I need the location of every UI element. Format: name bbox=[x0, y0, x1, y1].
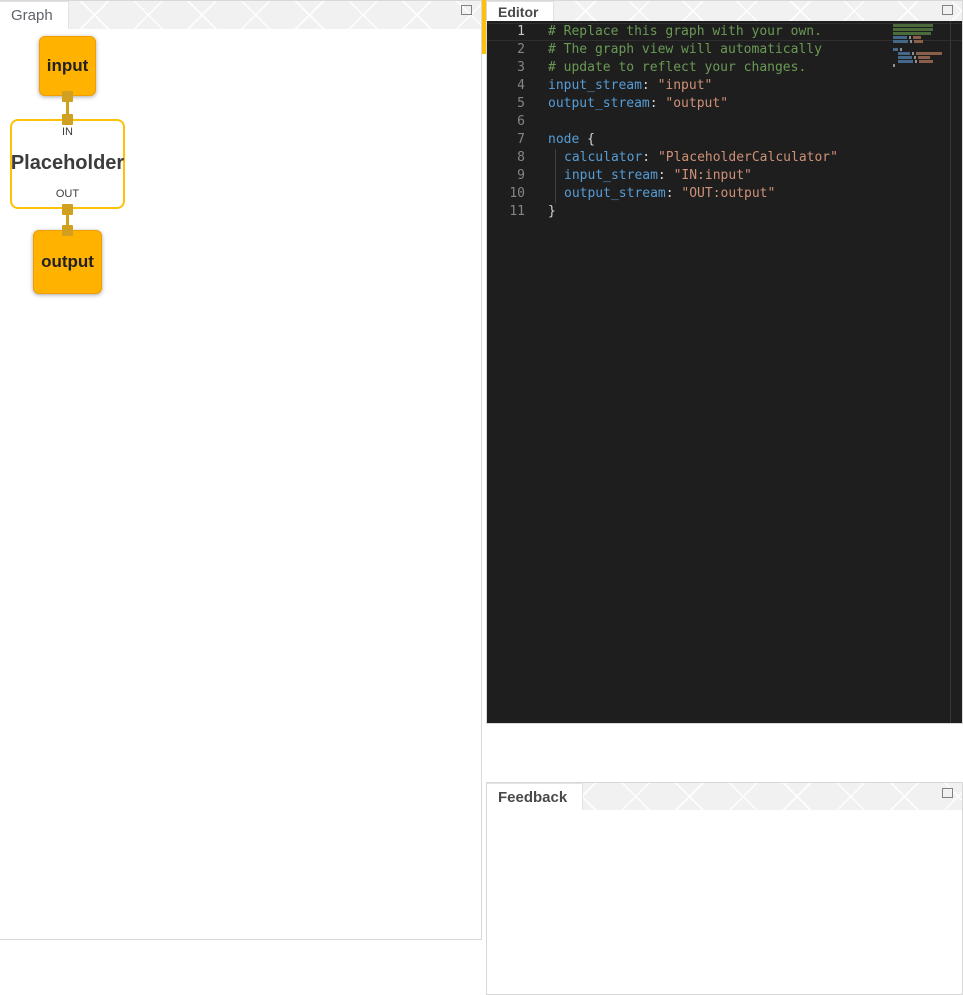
port-connector bbox=[62, 225, 73, 236]
code-line[interactable]: 9input_stream: "IN:input" bbox=[487, 167, 962, 185]
code-line[interactable]: 10output_stream: "OUT:output" bbox=[487, 185, 962, 203]
graph-tabstrip: Graph bbox=[0, 1, 481, 29]
code-line[interactable]: 8calculator: "PlaceholderCalculator" bbox=[487, 149, 962, 167]
graph-panel: Graph input IN Placeholder OUT output bbox=[0, 0, 482, 940]
code-line[interactable]: 4input_stream: "input" bbox=[487, 77, 962, 95]
feedback-tabstrip: Feedback bbox=[487, 783, 962, 810]
code-line[interactable]: 2# The graph view will automatically bbox=[487, 41, 962, 59]
graph-canvas[interactable]: input IN Placeholder OUT output bbox=[0, 29, 481, 939]
tab-graph[interactable]: Graph bbox=[0, 1, 69, 29]
port-connector bbox=[62, 204, 73, 215]
popout-icon[interactable] bbox=[942, 788, 953, 798]
editor-tabstrip: Editor bbox=[487, 1, 962, 21]
tab-feedback-label: Feedback bbox=[498, 789, 567, 806]
code-line[interactable]: 6 bbox=[487, 113, 962, 131]
port-connector bbox=[62, 114, 73, 125]
out-port-label: OUT bbox=[56, 188, 79, 200]
tab-editor[interactable]: Editor bbox=[487, 1, 554, 21]
popout-icon[interactable] bbox=[461, 5, 472, 15]
code-line[interactable]: 3# update to reflect your changes. bbox=[487, 59, 962, 77]
minimap[interactable] bbox=[893, 24, 949, 68]
graph-node-placeholder[interactable]: IN Placeholder OUT bbox=[10, 119, 125, 209]
code-line[interactable]: 7node { bbox=[487, 131, 962, 149]
tab-graph-label: Graph bbox=[11, 7, 53, 24]
in-port-label: IN bbox=[62, 126, 73, 138]
code-lines[interactable]: 1# Replace this graph with your own.2# T… bbox=[487, 23, 962, 221]
code-editor[interactable]: 1# Replace this graph with your own.2# T… bbox=[487, 21, 962, 723]
code-line[interactable]: 11} bbox=[487, 203, 962, 221]
code-line[interactable]: 1# Replace this graph with your own. bbox=[487, 23, 962, 41]
graph-node-output-label: output bbox=[41, 252, 94, 272]
tab-feedback[interactable]: Feedback bbox=[487, 783, 583, 810]
port-connector bbox=[62, 91, 73, 102]
minimap-divider bbox=[950, 21, 951, 723]
graph-node-input-label: input bbox=[47, 56, 89, 76]
graph-node-input[interactable]: input bbox=[39, 36, 96, 96]
mediapipe-visualizer-app: MediaPipe New bbox=[0, 0, 963, 995]
editor-panel: Editor 1# Replace this graph with your o… bbox=[486, 0, 963, 724]
tab-editor-label: Editor bbox=[498, 4, 538, 20]
popout-icon[interactable] bbox=[942, 5, 953, 15]
feedback-content bbox=[487, 810, 962, 994]
graph-node-placeholder-label: Placeholder bbox=[11, 152, 124, 175]
feedback-panel: Feedback bbox=[486, 782, 963, 995]
code-line[interactable]: 5output_stream: "output" bbox=[487, 95, 962, 113]
graph-node-output[interactable]: output bbox=[33, 230, 102, 294]
